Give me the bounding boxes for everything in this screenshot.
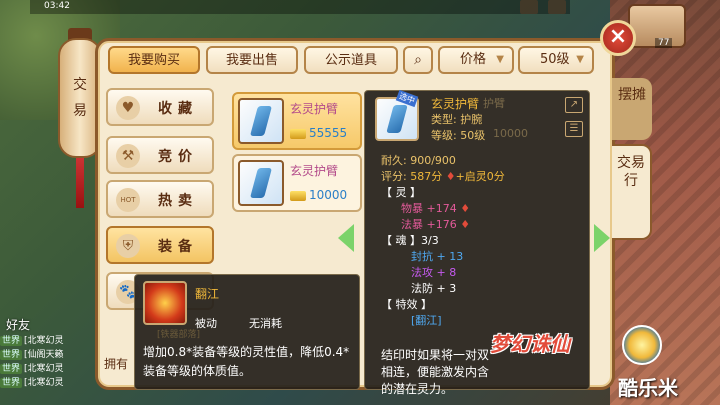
- hun-stat: 法攻 + 8: [411, 266, 457, 279]
- owned-label: 拥有: [104, 357, 129, 371]
- lantern-char-1: 交: [73, 77, 87, 93]
- side-tabs: 摆摊 交易行: [612, 78, 652, 240]
- prev-page-arrow-icon[interactable]: [338, 224, 354, 252]
- price-sort-dropdown[interactable]: 价格 ▼: [438, 46, 514, 74]
- clock-text: 03:42: [44, 1, 70, 11]
- category-hot[interactable]: HOT 热卖: [106, 180, 214, 218]
- chat-panel[interactable]: 世界 [北寒幻灵 世界 [仙阁天籁 世界 [北寒幻灵 世界 [北寒幻灵: [0, 320, 100, 405]
- bracer-icon: [238, 160, 284, 206]
- next-page-arrow-icon[interactable]: [594, 224, 610, 252]
- seal-description: 结印时如果将一对双相连，便能激发内含的潜在灵力。: [381, 348, 490, 396]
- tooltip-item-level: 等级: 50级: [431, 129, 486, 142]
- skill-tooltip: 翻江 被动 无消耗 [铁器部落] 增加0.8*装备等级的灵性值，降低0.4*装备…: [134, 274, 360, 390]
- search-icon[interactable]: ⌕: [403, 46, 433, 74]
- item-listing[interactable]: 玄灵护臂 55555: [232, 92, 362, 150]
- item-price: 10000: [290, 188, 347, 202]
- game-emblem-icon: [622, 325, 662, 365]
- ling-header: 【 灵 】: [381, 186, 421, 199]
- buy-button[interactable]: 我要购买: [108, 46, 200, 74]
- bracer-icon: [238, 98, 284, 144]
- effect-header: 【 特效 】: [381, 298, 432, 311]
- hun-stat: 法防 + 3: [411, 282, 457, 295]
- ling-stat: 法暴 +176 ♦: [401, 218, 471, 231]
- durability: 耐久: 900/900: [381, 154, 456, 167]
- hot-icon: HOT: [116, 188, 140, 212]
- sell-button[interactable]: 我要出售: [206, 46, 298, 74]
- tooltip-item-type: 类型: 护腕: [431, 113, 483, 126]
- category-favorites[interactable]: ♥ 收藏: [106, 88, 214, 126]
- chevron-down-icon: ▼: [496, 54, 504, 65]
- effect-link[interactable]: [翻江]: [411, 313, 442, 329]
- skill-icon: [143, 281, 187, 325]
- armor-icon: ⛨: [116, 234, 140, 258]
- category-auction[interactable]: ⚒ 竞价: [106, 136, 214, 174]
- bag-icon[interactable]: [548, 0, 566, 14]
- gold-icon: [290, 190, 306, 201]
- game-scene: 03:42 77 交 易 好友 世界 [北寒幻灵 世界 [仙阁天籁 世界 [北寒幻灵 …: [0, 0, 720, 405]
- chat-link-icon[interactable]: ☰: [565, 121, 583, 137]
- chat-line: 世界 [北寒幻灵: [0, 378, 64, 388]
- status-bar: [30, 0, 570, 14]
- gold-icon: [290, 128, 306, 139]
- chat-line: 世界 [北寒幻灵: [0, 364, 64, 374]
- menu-icon[interactable]: [520, 0, 538, 14]
- game-logo: 梦幻诛仙: [490, 332, 570, 356]
- lantern-char-2: 易: [73, 103, 87, 119]
- category-equipment[interactable]: ⛨ 装备: [106, 226, 214, 264]
- level-filter-dropdown[interactable]: 50级 ▼: [518, 46, 594, 74]
- watermark: 酷乐米: [618, 376, 678, 400]
- skill-description: 增加0.8*装备等级的灵性值，降低0.4*装备等级的体质值。: [143, 345, 350, 378]
- chat-line: 世界 [仙阁天籁: [0, 350, 64, 360]
- tab-stall[interactable]: 摆摊: [612, 78, 652, 140]
- lantern-tassel: [76, 158, 84, 208]
- skill-name: 翻江: [195, 287, 220, 301]
- score-row: 评分: 587分 ♦+启灵0分: [381, 170, 505, 183]
- public-items-button[interactable]: 公示道具: [304, 46, 398, 74]
- hun-header: 【 魂 】3/3: [381, 234, 439, 247]
- skill-cost: 无消耗: [249, 317, 282, 330]
- share-icon[interactable]: ↗: [565, 97, 583, 113]
- tab-trade[interactable]: 交易行: [612, 144, 652, 240]
- item-listing[interactable]: 玄灵护臂 10000: [232, 154, 362, 212]
- ling-stat: 物暴 +174 ♦: [401, 202, 471, 215]
- chevron-down-icon: ▼: [576, 54, 584, 65]
- chat-line: 世界 [北寒幻灵: [0, 336, 64, 346]
- heart-icon: ♥: [116, 96, 140, 120]
- close-icon[interactable]: ×: [600, 20, 636, 56]
- player-level: 77: [655, 38, 673, 48]
- item-price: 55555: [290, 126, 347, 140]
- tooltip-item-name: 玄灵护臂: [431, 97, 480, 111]
- hun-stat: 封抗 + 13: [411, 250, 464, 263]
- gavel-icon: ⚒: [116, 144, 140, 168]
